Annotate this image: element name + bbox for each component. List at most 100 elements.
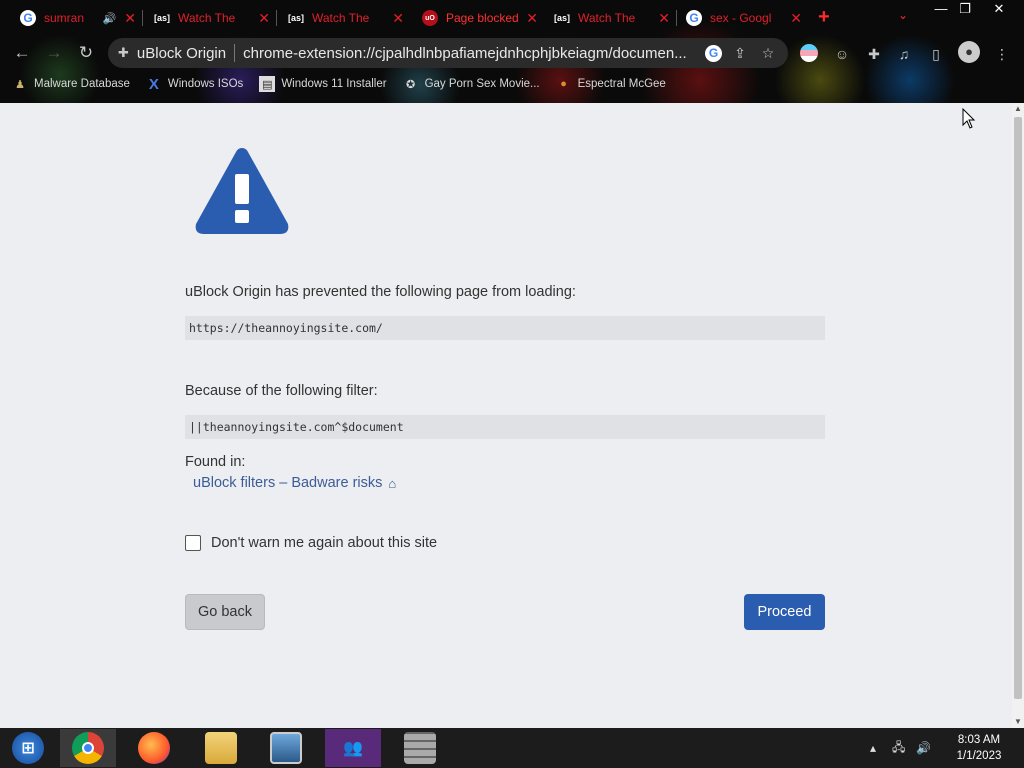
scroll-thumb[interactable] bbox=[1014, 117, 1022, 699]
profile-avatar-icon[interactable]: ● bbox=[958, 41, 980, 63]
browser-toolbar: ← → ↻ ✚ uBlock Origin chrome-extension:/… bbox=[0, 36, 1024, 70]
dont-warn-row[interactable]: Don't warn me again about this site bbox=[185, 535, 437, 551]
tab-3-active[interactable]: uO Page blocked ✕ bbox=[414, 4, 546, 32]
close-window-button[interactable]: ✕ bbox=[984, 0, 1014, 18]
clock-time: 8:03 AM bbox=[957, 734, 1001, 746]
restore-button[interactable]: ❐ bbox=[950, 0, 980, 18]
pumpkin-icon: ● bbox=[560, 78, 567, 90]
tab-title: Watch The bbox=[312, 11, 370, 25]
bookmark-label: Gay Porn Sex Movie... bbox=[424, 78, 540, 90]
close-tab-icon[interactable]: ✕ bbox=[124, 10, 136, 27]
taskbar-photo-viewer[interactable] bbox=[258, 729, 314, 767]
volume-icon[interactable]: 🔊 bbox=[916, 728, 931, 768]
bookmark-movie[interactable]: ✪ Gay Porn Sex Movie... bbox=[403, 76, 540, 92]
forward-button[interactable]: → bbox=[43, 42, 65, 64]
tab-4[interactable]: [as] Watch The ✕ bbox=[546, 4, 678, 32]
filter-list-link[interactable]: uBlock filters – Badware risks ⌂ bbox=[193, 475, 396, 491]
bookmark-star-icon[interactable]: ☆ bbox=[758, 45, 778, 62]
media-control-icon[interactable]: ♫ bbox=[894, 44, 914, 64]
bookmark-label: Windows 11 Installer bbox=[281, 78, 387, 90]
users-app-icon: 👥 bbox=[343, 740, 363, 757]
mouse-cursor-icon bbox=[962, 108, 976, 129]
reload-button[interactable]: ↻ bbox=[75, 42, 97, 64]
tab-title: Watch The bbox=[578, 11, 636, 25]
taskbar-chrome[interactable] bbox=[60, 729, 116, 767]
tab-5[interactable]: G sex - Googl ✕ bbox=[678, 4, 810, 32]
filter-message: Because of the following filter: bbox=[185, 383, 378, 399]
menu-kebab-icon[interactable]: ⋮ bbox=[992, 44, 1012, 64]
taskbar-users-app[interactable]: 👥 bbox=[325, 729, 381, 767]
x-icon: X bbox=[148, 75, 159, 93]
google-lens-icon[interactable]: G bbox=[705, 44, 722, 62]
show-hidden-icons-icon[interactable]: ▴ bbox=[870, 728, 876, 768]
back-button[interactable]: ← bbox=[11, 42, 33, 64]
pride-flag-extension-icon[interactable] bbox=[800, 44, 820, 64]
tab-title: sex - Googl bbox=[710, 11, 772, 25]
dont-warn-checkbox[interactable] bbox=[185, 535, 201, 551]
close-tab-icon[interactable]: ✕ bbox=[790, 10, 802, 27]
bookmark-malware-database[interactable]: ♟ Malware Database bbox=[12, 76, 130, 92]
share-icon[interactable]: ⇪ bbox=[730, 45, 750, 62]
tab-1[interactable]: [as] Watch The ✕ bbox=[146, 4, 278, 32]
filter-list-label[interactable]: uBlock filters – Badware risks bbox=[193, 475, 382, 491]
ublock-icon: uO bbox=[422, 10, 438, 26]
proceed-button[interactable]: Proceed bbox=[744, 594, 825, 630]
prevented-message: uBlock Origin has prevented the followin… bbox=[185, 284, 576, 300]
vertical-scrollbar[interactable]: ▲ ▼ bbox=[1012, 103, 1024, 728]
extensions-puzzle-icon[interactable]: ✚ bbox=[864, 44, 884, 64]
tab-search-button[interactable]: ⌄ bbox=[898, 8, 908, 22]
tab-strip: G sumran 🔊 ✕ [as] Watch The ✕ [as] Watch… bbox=[0, 0, 1024, 34]
speaker-icon[interactable]: 🔊 bbox=[103, 12, 117, 25]
google-icon: G bbox=[686, 10, 702, 26]
file-explorer-icon bbox=[205, 732, 237, 764]
scroll-down-arrow-icon[interactable]: ▼ bbox=[1012, 716, 1024, 728]
dont-warn-label[interactable]: Don't warn me again about this site bbox=[211, 535, 437, 551]
firefox-icon bbox=[138, 732, 170, 764]
avatar-extension-icon[interactable]: ☺ bbox=[832, 44, 852, 64]
taskbar-file-explorer[interactable] bbox=[193, 729, 249, 767]
bookmark-espectral-mcgee[interactable]: ● Espectral McGee bbox=[556, 76, 666, 92]
photo-viewer-icon bbox=[270, 732, 302, 764]
start-button[interactable]: ⊞ bbox=[0, 729, 56, 767]
as-icon: [as] bbox=[554, 13, 571, 23]
chrome-icon bbox=[72, 732, 104, 764]
close-tab-icon[interactable]: ✕ bbox=[526, 10, 538, 27]
as-icon: [as] bbox=[154, 13, 171, 23]
extension-icon[interactable]: ✚ bbox=[118, 45, 129, 61]
go-back-button[interactable]: Go back bbox=[185, 594, 265, 630]
close-tab-icon[interactable]: ✕ bbox=[392, 10, 404, 27]
blocked-url: https://theannoyingsite.com/ bbox=[185, 316, 825, 340]
bookmarks-bar: ♟ Malware Database X Windows ISOs ▤ Wind… bbox=[0, 72, 1024, 96]
address-bar[interactable]: ✚ uBlock Origin chrome-extension://cjpal… bbox=[108, 38, 788, 68]
bookmark-windows-isos[interactable]: X Windows ISOs bbox=[146, 75, 244, 93]
start-orb-icon: ⊞ bbox=[12, 732, 44, 764]
tab-title: sumran bbox=[44, 11, 85, 25]
tab-separator bbox=[142, 10, 143, 26]
omnibox-origin: uBlock Origin bbox=[136, 44, 227, 62]
taskbar-firefox[interactable] bbox=[126, 729, 182, 767]
found-in-label: Found in: bbox=[185, 454, 246, 470]
as-icon: [as] bbox=[288, 13, 305, 23]
bookmark-label: Windows ISOs bbox=[167, 78, 244, 90]
tab-2[interactable]: [as] Watch The ✕ bbox=[280, 4, 412, 32]
page-viewport: uBlock Origin has prevented the followin… bbox=[0, 103, 1012, 728]
close-tab-icon[interactable]: ✕ bbox=[258, 10, 270, 27]
omnibox-url[interactable]: chrome-extension://cjpalhdlnbpafiamejdnh… bbox=[243, 45, 697, 62]
bookmark-windows-11-installer[interactable]: ▤ Windows 11 Installer bbox=[259, 76, 387, 92]
tab-0[interactable]: G sumran 🔊 ✕ bbox=[12, 4, 144, 32]
close-tab-icon[interactable]: ✕ bbox=[658, 10, 670, 27]
new-tab-button[interactable]: + bbox=[818, 6, 830, 29]
clock[interactable]: 8:03 AM 1/1/2023 bbox=[948, 732, 1010, 764]
home-icon[interactable]: ⌂ bbox=[388, 476, 396, 491]
taskbar: ⊞ 👥 ▴ 🖧 🔊 8:03 AM 1/1/2023 bbox=[0, 728, 1024, 768]
taskbar-wall-app[interactable] bbox=[392, 729, 448, 767]
filter-rule: ||theannoyingsite.com^$document bbox=[185, 415, 825, 439]
scroll-up-arrow-icon[interactable]: ▲ bbox=[1012, 103, 1024, 115]
tab-separator bbox=[276, 10, 277, 26]
browser-chrome: G sumran 🔊 ✕ [as] Watch The ✕ [as] Watch… bbox=[0, 0, 1024, 103]
installer-icon: ▤ bbox=[259, 76, 276, 92]
side-panel-icon[interactable]: ▯ bbox=[926, 44, 946, 64]
bookmark-label: Espectral McGee bbox=[577, 78, 666, 90]
clock-date: 1/1/2023 bbox=[956, 750, 1002, 762]
network-icon[interactable]: 🖧 bbox=[892, 728, 905, 768]
